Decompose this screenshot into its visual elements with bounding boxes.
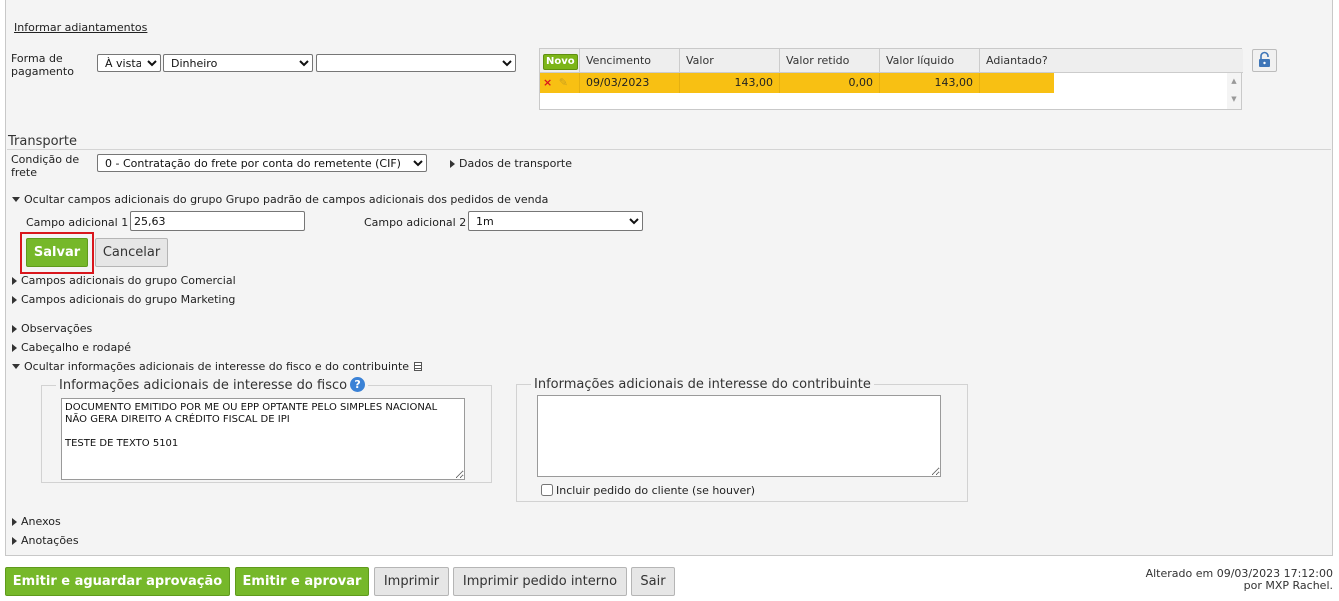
ocultar-info-label: Ocultar informações adicionais de intere…	[24, 360, 410, 373]
fisco-legend: Informações adicionais de interesse do f…	[56, 377, 368, 393]
emitir-aguardar-button[interactable]: Emitir e aguardar aprovação	[5, 567, 230, 596]
col-valor: Valor	[680, 49, 780, 72]
observacoes-label: Observações	[21, 322, 93, 335]
campo1-label: Campo adicional 1	[26, 216, 129, 229]
document-icon[interactable]	[414, 362, 423, 371]
ocultar-info-toggle[interactable]: Ocultar informações adicionais de intere…	[12, 360, 423, 373]
table-row[interactable]: × ✎ 09/03/2023 143,00 0,00 143,00	[540, 73, 1054, 93]
fisco-textarea[interactable]: DOCUMENTO EMITIDO POR ME OU EPP OPTANTE …	[61, 398, 465, 480]
grid-header: Novo Vencimento Valor Valor retido Valor…	[540, 49, 1243, 73]
incluir-pedido-label: Incluir pedido do cliente (se houver)	[556, 484, 756, 497]
contribuinte-textarea[interactable]	[537, 395, 941, 477]
condicao-frete-select[interactable]: 0 - Contratação do frete por conta do re…	[97, 154, 427, 172]
collapse-icon	[12, 364, 20, 369]
fisco-legend-text: Informações adicionais de interesse do f…	[59, 378, 348, 393]
dados-transporte-label: Dados de transporte	[459, 157, 572, 170]
col-valor-retido: Valor retido	[780, 49, 880, 72]
help-icon[interactable]: ?	[350, 377, 366, 392]
transporte-divider	[7, 149, 1331, 150]
collapse-icon	[12, 197, 20, 202]
marketing-toggle[interactable]: Campos adicionais do grupo Marketing	[12, 293, 235, 306]
delete-icon[interactable]: ×	[543, 76, 552, 89]
cell-adiantado	[980, 73, 1054, 93]
cancel-button[interactable]: Cancelar	[95, 238, 168, 267]
scroll-down-icon[interactable]: ▼	[1227, 94, 1241, 104]
installments-grid: Novo Vencimento Valor Valor retido Valor…	[539, 48, 1243, 110]
expand-icon	[12, 518, 17, 526]
cell-valor-retido: 0,00	[780, 73, 880, 93]
cell-valor-liquido: 143,00	[880, 73, 980, 93]
condicao-frete-label: Condição de frete	[11, 153, 80, 179]
pencil-icon[interactable]: ✎	[559, 76, 568, 89]
lock-button[interactable]	[1252, 49, 1277, 72]
cell-vencimento: 09/03/2023	[580, 73, 680, 93]
comercial-toggle[interactable]: Campos adicionais do grupo Comercial	[12, 274, 236, 287]
forma-pagamento-label: Forma de pagamento	[11, 52, 74, 78]
expand-icon	[12, 344, 17, 352]
comercial-label: Campos adicionais do grupo Comercial	[21, 274, 236, 287]
meio-pagamento-select[interactable]: Dinheiro	[163, 54, 313, 72]
campo2-select[interactable]: 1m	[468, 211, 643, 231]
expand-icon	[12, 325, 17, 333]
save-button[interactable]: Salvar	[26, 238, 88, 267]
imprimir-interno-button[interactable]: Imprimir pedido interno	[453, 567, 627, 596]
row-actions: × ✎	[540, 73, 580, 93]
informar-adiantamentos-link[interactable]: Informar adiantamentos	[14, 21, 147, 34]
observacoes-toggle[interactable]: Observações	[12, 322, 92, 335]
cell-valor: 143,00	[680, 73, 780, 93]
expand-icon	[12, 277, 17, 285]
incluir-pedido-option[interactable]: Incluir pedido do cliente (se houver)	[541, 484, 755, 497]
sair-button[interactable]: Sair	[631, 567, 675, 596]
anexos-toggle[interactable]: Anexos	[12, 515, 61, 528]
lock-icon	[1259, 51, 1270, 67]
campo2-label: Campo adicional 2	[364, 216, 467, 229]
transporte-title: Transporte	[8, 134, 77, 149]
dados-transporte-toggle[interactable]: Dados de transporte	[450, 157, 572, 170]
anotacoes-label: Anotações	[21, 534, 79, 547]
grid-header-novo-cell: Novo	[540, 49, 580, 72]
imprimir-button[interactable]: Imprimir	[374, 567, 449, 596]
expand-icon	[450, 160, 455, 168]
expand-icon	[12, 537, 17, 545]
expand-icon	[12, 296, 17, 304]
altered-line-2: por MXP Rachel.	[1243, 579, 1333, 592]
grid-scrollbar[interactable]: ▲ ▼	[1227, 73, 1241, 109]
anexos-label: Anexos	[21, 515, 61, 528]
hide-additional-group-toggle[interactable]: Ocultar campos adicionais do grupo Grupo…	[12, 193, 548, 206]
col-valor-liquido: Valor líquido	[880, 49, 980, 72]
cabecalho-label: Cabeçalho e rodapé	[21, 341, 131, 354]
scroll-up-icon[interactable]: ▲	[1227, 76, 1241, 86]
contribuinte-legend: Informações adicionais de interesse do c…	[534, 377, 871, 392]
cabecalho-toggle[interactable]: Cabeçalho e rodapé	[12, 341, 131, 354]
incluir-pedido-checkbox[interactable]	[541, 484, 553, 496]
col-adiantado: Adiantado?	[986, 54, 1048, 67]
marketing-label: Campos adicionais do grupo Marketing	[21, 293, 236, 306]
forma-pagamento-select[interactable]: À vista	[97, 54, 161, 72]
hide-additional-group-label: Ocultar campos adicionais do grupo Grupo…	[24, 193, 549, 206]
anotacoes-toggle[interactable]: Anotações	[12, 534, 79, 547]
novo-button[interactable]: Novo	[543, 54, 578, 70]
conta-select[interactable]	[316, 54, 516, 72]
emitir-aprovar-button[interactable]: Emitir e aprovar	[235, 567, 369, 596]
campo1-input[interactable]	[130, 211, 305, 231]
altered-info: Alterado em 09/03/2023 17:12:00 por MXP …	[1146, 568, 1333, 592]
col-vencimento: Vencimento	[580, 49, 680, 72]
